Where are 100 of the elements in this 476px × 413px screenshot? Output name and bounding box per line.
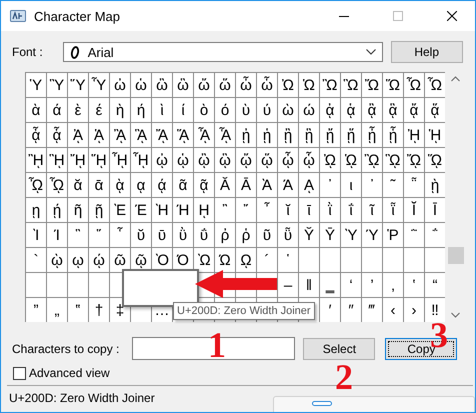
advanced-view-checkbox[interactable] [13, 366, 26, 380]
character-cell[interactable]: ‚ [383, 273, 403, 297]
character-cell[interactable]: Ὰ [257, 173, 277, 197]
character-cell[interactable]: ΅ [425, 223, 445, 247]
character-cell[interactable]: ‗ [320, 273, 340, 297]
character-cell[interactable]: ῑ [299, 198, 319, 222]
scroll-up-icon[interactable] [451, 76, 460, 82]
character-cell[interactable]: ῡ [152, 223, 172, 247]
character-cell[interactable]: έ [89, 98, 109, 122]
character-cell[interactable]: ᾴ [152, 173, 172, 197]
character-cell[interactable]: Ὴ [152, 198, 172, 222]
character-cell[interactable]: ῐ [278, 198, 298, 222]
character-cell[interactable]: ᾜ [68, 148, 88, 172]
character-cell[interactable]: ᾆ [26, 123, 46, 147]
character-cell[interactable]: ῎ [236, 198, 256, 222]
character-cell[interactable]: Ὶ [26, 223, 46, 247]
character-cell[interactable]: ά [47, 98, 67, 122]
character-cell[interactable]: ᾤ [236, 148, 256, 172]
character-cell[interactable]: ᾙ [425, 123, 445, 147]
character-cell[interactable]: ᾰ [68, 173, 88, 197]
character-cell[interactable]: ᾗ [383, 123, 403, 147]
character-cell[interactable]: ῇ [89, 198, 109, 222]
scrollbar-thumb[interactable] [448, 247, 464, 264]
character-cell[interactable]: › [404, 298, 424, 322]
character-cell[interactable]: ὣ [173, 73, 193, 97]
character-cell[interactable]: Ῑ [425, 198, 445, 222]
character-cell[interactable]: ὡ [131, 73, 151, 97]
character-cell[interactable]: ᾃ [383, 98, 403, 122]
character-cell[interactable]: ᾨ [320, 148, 340, 172]
character-cell[interactable]: ᾷ [194, 173, 214, 197]
character-cell[interactable]: ώ [299, 98, 319, 122]
character-cell[interactable]: ῠ [131, 223, 151, 247]
character-cell[interactable]: ᾖ [362, 123, 382, 147]
font-dropdown[interactable]: Arial [62, 42, 383, 62]
character-cell[interactable]: ᾬ [404, 148, 424, 172]
character-cell[interactable]: Ῥ [383, 223, 403, 247]
character-cell[interactable]: ᾝ [89, 148, 109, 172]
character-cell[interactable]: ῖ [362, 198, 382, 222]
character-cell[interactable]: ᾂ [362, 98, 382, 122]
character-cell[interactable]: ῲ [47, 248, 67, 272]
character-cell[interactable]: ᾐ [236, 123, 256, 147]
character-cell[interactable]: ´ [257, 248, 277, 272]
character-cell[interactable]: ‴ [362, 298, 382, 322]
character-cell[interactable]: ′ [320, 298, 340, 322]
character-cell[interactable]: ᾉ [89, 123, 109, 147]
character-cell[interactable]: Ὢ [320, 73, 340, 97]
character-cell[interactable]: ῭ [404, 223, 424, 247]
character-cell[interactable]: Ὣ [341, 73, 361, 97]
character-cell[interactable]: ῞ [89, 223, 109, 247]
character-cell[interactable]: ᾘ [404, 123, 424, 147]
character-cell[interactable]: ῏ [257, 198, 277, 222]
character-cell[interactable]: ‛ [404, 273, 424, 297]
character-cell[interactable]: ᾔ [320, 123, 340, 147]
character-cell[interactable]: Ό [173, 248, 193, 272]
character-cell[interactable]: ί [173, 98, 193, 122]
character-cell[interactable]: Ὼ [194, 248, 214, 272]
character-cell[interactable]: ᾊ [110, 123, 130, 147]
character-cell[interactable]: Έ [131, 198, 151, 222]
character-cell[interactable]: ᾞ [110, 148, 130, 172]
character-cell[interactable]: ῤ [215, 223, 235, 247]
character-cell[interactable]: Ῠ [299, 223, 319, 247]
character-cell[interactable]: ὧ [257, 73, 277, 97]
character-cell[interactable]: ῧ [278, 223, 298, 247]
character-cell[interactable]: ᾋ [131, 123, 151, 147]
character-cell[interactable]: ᾓ [299, 123, 319, 147]
character-cell[interactable]: ᾏ [215, 123, 235, 147]
character-cell[interactable]: ῢ [173, 223, 193, 247]
character-cell[interactable]: Ὸ [152, 248, 172, 272]
character-cell[interactable]: ᾇ [47, 123, 67, 147]
character-cell[interactable]: ᾚ [26, 148, 46, 172]
character-cell[interactable]: ᾁ [341, 98, 361, 122]
character-cell[interactable]: ύ [257, 98, 277, 122]
character-cell[interactable]: ᾒ [278, 123, 298, 147]
character-cell[interactable]: ὺ [236, 98, 256, 122]
character-cell[interactable]: Ὲ [110, 198, 130, 222]
character-cell[interactable]: „ [47, 298, 67, 322]
character-cell[interactable]: ` [26, 248, 46, 272]
character-cell[interactable]: ᾕ [341, 123, 361, 147]
character-cell[interactable]: Ὡ [299, 73, 319, 97]
character-cell[interactable]: ᾈ [68, 123, 88, 147]
character-cell[interactable]: ῥ [236, 223, 256, 247]
character-cell[interactable]: ᾿ [362, 173, 382, 197]
character-cell[interactable]: ᾟ [131, 148, 151, 172]
character-cell[interactable]: ὦ [236, 73, 256, 97]
character-cell[interactable]: ᾥ [257, 148, 277, 172]
character-cell[interactable]: Ᾱ [236, 173, 256, 197]
help-button[interactable]: Help [390, 41, 463, 63]
character-cell[interactable]: ᾫ [383, 148, 403, 172]
character-cell[interactable]: ὴ [110, 98, 130, 122]
character-cell[interactable]: ῟ [110, 223, 130, 247]
character-cell[interactable]: Ὗ [89, 73, 109, 97]
character-cell[interactable]: ᾢ [194, 148, 214, 172]
character-cell[interactable]: ὢ [152, 73, 172, 97]
character-cell[interactable]: Ὠ [278, 73, 298, 97]
select-button[interactable]: Select [303, 338, 376, 360]
character-cell[interactable]: ὰ [26, 98, 46, 122]
character-cell[interactable]: ‘ [341, 273, 361, 297]
character-cell[interactable]: ᾪ [362, 148, 382, 172]
character-cell[interactable]: Ῡ [320, 223, 340, 247]
character-cell[interactable]: ‟ [68, 298, 88, 322]
